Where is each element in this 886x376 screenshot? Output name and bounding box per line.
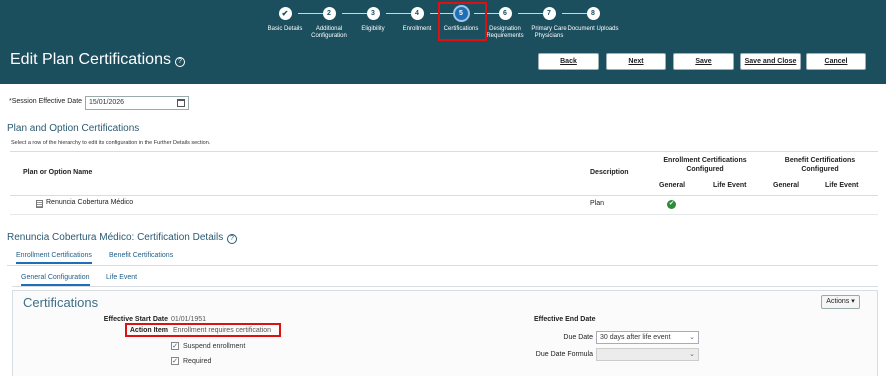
session-date-input[interactable]: 15/01/2026	[85, 96, 189, 110]
plans-section-title: Plan and Option Certifications	[7, 123, 140, 134]
certifications-panel: Certifications Actions ▾ Effective Start…	[12, 290, 878, 376]
check-icon: ✔	[667, 200, 676, 209]
due-date-select[interactable]: 30 days after life event ⌄	[596, 331, 699, 344]
save-button[interactable]: Save	[673, 53, 734, 70]
action-item-value: Enrollment requires certification	[173, 327, 272, 334]
plan-name-cell[interactable]: Renuncia Cobertura Médico	[46, 199, 133, 206]
back-button[interactable]: Back	[538, 53, 599, 70]
step-number: 6	[498, 7, 512, 20]
step-number: 2	[322, 7, 336, 20]
session-date-label-text: Session Effective Date	[11, 98, 83, 105]
col-enrollment-general: General	[659, 182, 686, 189]
actions-menu-button[interactable]: Actions ▾	[821, 295, 860, 309]
required-label: Required	[183, 358, 212, 365]
tab-enrollment-certifications[interactable]: Enrollment Certifications	[16, 252, 92, 264]
chevron-down-icon: ⌄	[689, 351, 695, 358]
train-step-document-uploads[interactable]: 8 Document Uploads	[563, 7, 623, 33]
due-date-formula-select[interactable]: ⌄	[596, 348, 699, 361]
col-plan-name: Plan or Option Name	[23, 169, 93, 176]
highlight-box	[438, 2, 487, 41]
step-number: 3	[366, 7, 380, 20]
page-title: Edit Plan Certifications	[10, 51, 171, 68]
tab-general-configuration[interactable]: General Configuration	[21, 274, 90, 286]
due-date-value: 30 days after life event	[600, 334, 671, 341]
due-date-formula-label: Due Date Formula	[535, 351, 593, 358]
plans-hint: Select a row of the hierarchy to edit it…	[11, 140, 211, 146]
check-icon: ✔	[278, 7, 292, 20]
effective-start-label: Effective Start Date	[103, 316, 168, 323]
step-number: 7	[542, 7, 556, 20]
session-date-label: *Session Effective Date	[9, 98, 82, 105]
calendar-icon[interactable]	[177, 99, 185, 107]
col-description: Description	[590, 169, 629, 176]
certification-subtabs: General Configuration Life Event	[12, 271, 878, 287]
col-benefit-general: General	[773, 182, 800, 189]
action-item-label: Action Item	[129, 327, 168, 334]
document-icon	[36, 200, 43, 208]
tab-benefit-certifications[interactable]: Benefit Certifications	[109, 252, 173, 259]
actions-label: Actions	[826, 298, 850, 305]
effective-end-label: Effective End Date	[534, 316, 596, 323]
chevron-down-icon: ▾	[851, 298, 855, 305]
table-divider	[10, 195, 878, 196]
step-number: 4	[410, 7, 424, 20]
panel-title: Certifications	[23, 295, 99, 310]
col-enrollment-group: Enrollment Certifications Configured	[663, 157, 747, 173]
suspend-enrollment-checkbox[interactable]: ✓	[171, 342, 179, 350]
save-and-close-button[interactable]: Save and Close	[740, 53, 801, 70]
required-checkbox[interactable]: ✓	[171, 357, 179, 365]
plan-description-cell: Plan	[590, 200, 605, 207]
details-section-title: Renuncia Cobertura Médico: Certification…	[7, 232, 224, 243]
effective-start-value: 01/01/1951	[171, 316, 207, 323]
plans-table: Plan or Option Name Description Enrollme…	[10, 151, 878, 215]
next-button[interactable]: Next	[606, 53, 666, 70]
col-benefit-life-event: Life Event	[825, 182, 859, 189]
table-row-divider	[10, 214, 878, 215]
suspend-enrollment-label: Suspend enrollment	[183, 343, 246, 350]
due-date-label: Due Date	[563, 334, 593, 341]
certification-tabs: Enrollment Certifications Benefit Certif…	[7, 248, 878, 266]
chevron-down-icon: ⌄	[689, 334, 695, 341]
train-step-label: Document Uploads	[567, 26, 619, 32]
col-benefit-group: Benefit Certifications Configured	[784, 157, 856, 173]
help-icon[interactable]: ?	[175, 57, 185, 67]
tab-life-event[interactable]: Life Event	[106, 274, 137, 281]
header-bar: ✔ Basic Details 2 Additional Configurati…	[0, 0, 886, 84]
session-date-value: 15/01/2026	[89, 99, 125, 106]
cancel-button[interactable]: Cancel	[806, 53, 866, 70]
col-enrollment-life-event: Life Event	[713, 182, 747, 189]
step-number: 8	[586, 7, 600, 20]
help-icon[interactable]: ?	[227, 234, 237, 244]
